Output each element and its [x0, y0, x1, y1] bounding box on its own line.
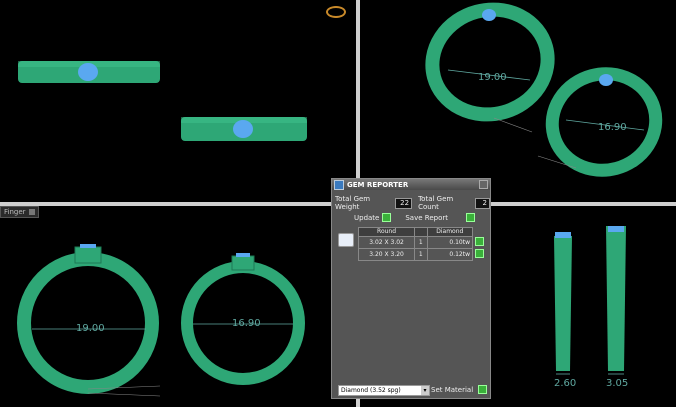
persp-dim-1: 19.00 — [478, 72, 507, 83]
front-viewport[interactable] — [0, 0, 356, 202]
save-report-button[interactable] — [465, 213, 475, 222]
top-dim-2: 16.90 — [232, 318, 261, 329]
set-material-label: Set Material — [431, 385, 474, 394]
gem-persp-large — [482, 9, 496, 21]
update-label: Update — [354, 213, 380, 222]
ring-side-large — [554, 236, 572, 371]
top-view-drawing: 19.00 16.90 — [17, 244, 305, 397]
update-button[interactable] — [382, 213, 392, 222]
side-dim-1: 2.60 — [554, 378, 576, 389]
material-select[interactable]: Diamond (3.52 spg) ▾ — [338, 385, 430, 396]
top-viewport[interactable]: 19.00 16.90 — [0, 206, 356, 407]
panel-titlebar[interactable]: GEM REPORTER — [332, 179, 490, 190]
gem-front-small — [233, 120, 253, 138]
col-header-round: Round — [357, 227, 416, 237]
gem-front-large — [78, 63, 98, 81]
dropdown-icon[interactable] — [28, 209, 35, 215]
view-orientation-icon[interactable] — [326, 6, 346, 18]
material-select-value: Diamond (3.52 spg) — [341, 387, 401, 394]
total-weight-field[interactable]: 22 — [395, 197, 413, 209]
gem-side-small — [608, 226, 624, 232]
total-count-label: Total Gem Count — [418, 195, 454, 211]
total-count-field[interactable]: 2 — [474, 197, 490, 209]
total-weight-label: Total Gem Weight — [335, 195, 371, 211]
ring-side-small — [606, 226, 626, 371]
perspective-view-drawing: 19.00 16.90 — [425, 2, 663, 177]
save-report-label: Save Report — [405, 213, 448, 222]
chevron-down-icon[interactable]: ▾ — [421, 386, 429, 395]
gem-top-small — [236, 253, 250, 257]
panel-title: GEM REPORTER — [347, 180, 409, 189]
perspective-viewport[interactable]: 19.00 16.90 ▣ ▤ ⊕ ✥ ↻ ▢ ◐ ▦ — [360, 0, 676, 202]
row-select-button[interactable] — [475, 236, 484, 246]
front-view-drawing — [18, 61, 307, 141]
col-header-diamond: Diamond — [426, 227, 474, 237]
close-icon[interactable] — [479, 180, 488, 189]
table-row[interactable]: 3.20 X 3.20 1 0.12tw — [338, 248, 486, 261]
gem-persp-small — [599, 74, 613, 86]
viewport-label-text: Finger — [4, 208, 26, 216]
gem-reporter-panel: GEM REPORTER Total Gem Weight 22 Total G… — [331, 178, 491, 399]
row-select-button[interactable] — [475, 248, 484, 258]
side-dim-2: 3.05 — [606, 378, 628, 389]
set-material-button[interactable] — [478, 385, 488, 394]
table-row[interactable]: 3.02 X 3.02 1 0.10tw — [338, 236, 486, 249]
persp-dim-2: 16.90 — [598, 122, 627, 133]
gem-table: Round Diamond 3.02 X 3.02 1 0.10tw 3.20 … — [338, 227, 486, 261]
top-dim-1: 19.00 — [76, 323, 105, 334]
gem-side-large — [555, 232, 571, 238]
app-logo-icon — [334, 179, 344, 190]
gem-top-large — [80, 244, 96, 248]
viewport-label[interactable]: Finger — [0, 206, 39, 218]
